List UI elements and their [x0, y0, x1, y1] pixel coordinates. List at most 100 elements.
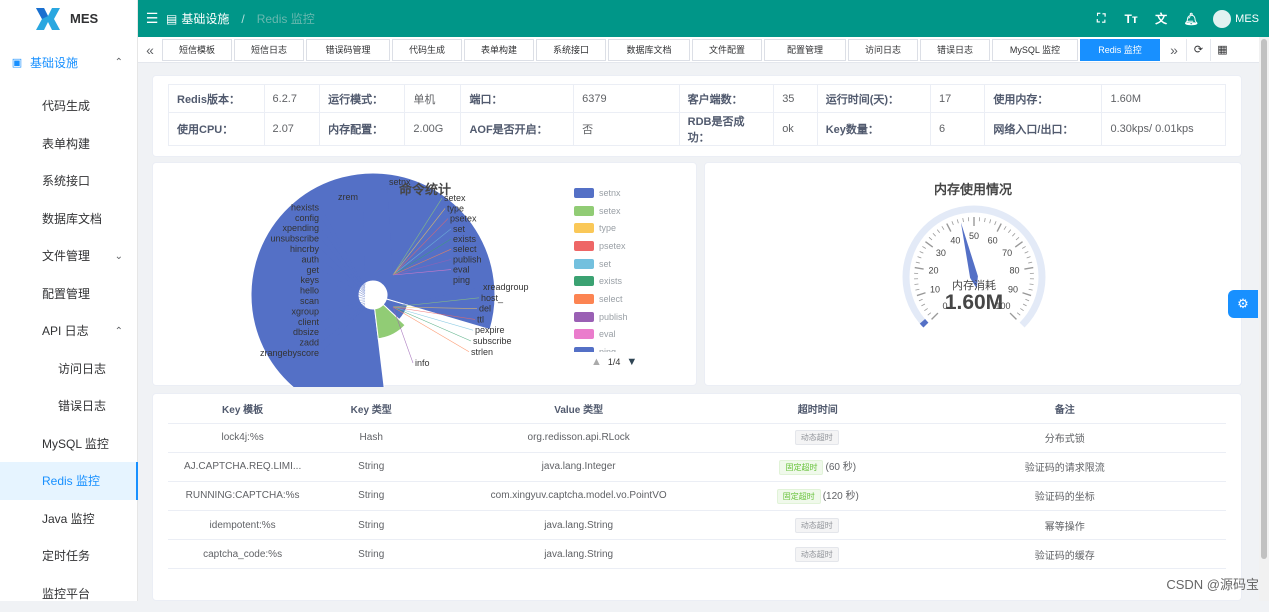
gauge-tick	[1025, 251, 1029, 253]
sidebar-item-label: 错误日志	[58, 397, 106, 414]
pie-label: unsubscribe	[270, 234, 319, 244]
sidebar-item-label: API 日志	[42, 322, 89, 339]
memory-gauge: 0102030405060708090100内存消耗1.60M	[705, 163, 1243, 387]
breadcrumb-item[interactable]: 基础设施	[181, 10, 229, 27]
tab[interactable]: 代码生成	[392, 39, 462, 61]
table-row[interactable]: idempotent:%sStringjava.lang.String动态超时幂…	[168, 511, 1226, 540]
sidebar-item[interactable]: 系统接口	[0, 162, 137, 200]
tab[interactable]: MySQL 监控	[992, 39, 1078, 61]
legend-item[interactable]: setnx	[574, 184, 684, 202]
legend-item[interactable]: set	[574, 255, 684, 273]
refresh-icon[interactable]: ⟳	[1186, 39, 1210, 61]
cell-key: captcha_code:%s	[168, 540, 317, 569]
pie-label: xpending	[282, 223, 319, 233]
info-row: Redis版本：6.2.7运行模式：单机端口：6379客户端数：35运行时间(天…	[169, 85, 1226, 113]
legend-item[interactable]: ping	[574, 343, 684, 352]
tab[interactable]: 错误日志	[920, 39, 990, 61]
app-logo[interactable]: MES	[0, 0, 137, 37]
table-row[interactable]: lock4j:%sHashorg.redisson.api.RLock动态超时分…	[168, 423, 1226, 452]
pie-label: client	[298, 317, 320, 327]
gauge-tick	[957, 219, 958, 223]
sidebar-item[interactable]: API 日志⌃	[0, 312, 137, 350]
settings-float-button[interactable]: ⚙	[1228, 290, 1258, 318]
legend-next-icon[interactable]: ▼	[626, 356, 637, 368]
sidebar-item[interactable]: 错误日志	[0, 387, 137, 425]
legend-item[interactable]: eval	[574, 326, 684, 344]
sidebar-item[interactable]: Java 监控	[0, 500, 137, 538]
legend-item[interactable]: type	[574, 219, 684, 237]
fullscreen-icon[interactable]: ⛶	[1093, 11, 1109, 27]
tab[interactable]: 配置管理	[764, 39, 846, 61]
table-header-row: Key 模板Key 类型Value 类型超时时间备注	[168, 394, 1226, 423]
gauge-tick	[916, 262, 920, 263]
legend-swatch	[574, 223, 594, 233]
tab[interactable]: 短信日志	[234, 39, 304, 61]
gauge-tick	[1012, 233, 1015, 236]
cell-timeout: 动态超时	[732, 423, 903, 452]
pie-label: select	[453, 244, 477, 254]
sidebar-item[interactable]: 监控平台	[0, 575, 137, 612]
tab[interactable]: Redis 监控	[1080, 39, 1160, 61]
sidebar-item[interactable]: 数据库文档	[0, 200, 137, 238]
gauge-tick	[937, 230, 939, 233]
legend-prev-icon[interactable]: ▲	[591, 356, 602, 368]
redis-info-table: Redis版本：6.2.7运行模式：单机端口：6379客户端数：35运行时间(天…	[168, 84, 1226, 146]
header-actions: ⛶ Tт 文 🔔︎ MES	[1093, 0, 1269, 37]
sidebar-item[interactable]: 配置管理	[0, 275, 137, 313]
tab[interactable]: 访问日志	[848, 39, 918, 61]
legend-item[interactable]: setex	[574, 202, 684, 220]
column-header[interactable]: 备注	[903, 394, 1226, 423]
column-header[interactable]: Key 类型	[317, 394, 425, 423]
pie-label: get	[306, 265, 319, 275]
legend-swatch	[574, 276, 594, 286]
cell-timeout: 固定超时(60 秒)	[732, 452, 903, 481]
logo-icon	[34, 6, 62, 32]
tabs-scroll-right-icon[interactable]: »	[1162, 42, 1186, 58]
user-menu[interactable]: MES	[1213, 10, 1259, 28]
grid-menu-icon[interactable]: ▦	[1210, 39, 1234, 61]
gauge-tick	[1025, 299, 1029, 301]
tab[interactable]: 数据库文档	[608, 39, 690, 61]
cell-type: String	[317, 511, 425, 540]
info-key: 内存配置：	[320, 113, 405, 146]
legend-label: ping	[599, 347, 616, 352]
tab[interactable]: 系统接口	[536, 39, 606, 61]
gauge-tick	[914, 284, 918, 285]
page-scrollbar[interactable]	[1259, 37, 1269, 601]
tabs-scroll-left-icon[interactable]: «	[138, 42, 162, 58]
legend-item[interactable]: publish	[574, 308, 684, 326]
legend-item[interactable]: exists	[574, 272, 684, 290]
sidebar-item[interactable]: Redis 监控	[0, 462, 137, 500]
tab[interactable]: 表单构建	[464, 39, 534, 61]
font-size-icon[interactable]: Tт	[1123, 11, 1139, 27]
cell-note: 验证码的缓存	[903, 540, 1226, 569]
gauge-tick	[1022, 246, 1025, 248]
table-row[interactable]: RUNNING:CAPTCHA:%sStringcom.xingyuv.capt…	[168, 481, 1226, 510]
tab[interactable]: 错误码管理	[306, 39, 390, 61]
column-header[interactable]: 超时时间	[732, 394, 903, 423]
tab[interactable]: 文件配置	[692, 39, 762, 61]
legend-item[interactable]: select	[574, 290, 684, 308]
sidebar-item[interactable]: MySQL 监控	[0, 425, 137, 463]
column-header[interactable]: Key 模板	[168, 394, 317, 423]
sidebar-item[interactable]: 访问日志	[0, 350, 137, 388]
info-key: Redis版本：	[169, 85, 265, 113]
gauge-tick	[915, 289, 919, 290]
sidebar-item[interactable]: 定时任务	[0, 537, 137, 575]
sidebar-item[interactable]: 表单构建	[0, 125, 137, 163]
bell-icon[interactable]: 🔔︎	[1183, 11, 1199, 27]
table-row[interactable]: AJ.CAPTCHA.REQ.LIMI...Stringjava.lang.In…	[168, 452, 1226, 481]
sidebar-item[interactable]: 代码生成	[0, 87, 137, 125]
gauge-tick	[995, 221, 996, 225]
pie-label: del	[479, 304, 491, 314]
table-row[interactable]: captcha_code:%sStringjava.lang.String动态超…	[168, 540, 1226, 569]
legend-item[interactable]: psetex	[574, 237, 684, 255]
gauge-tick-label: 30	[936, 248, 946, 258]
sidebar-item[interactable]: 文件管理⌄	[0, 237, 137, 275]
sidebar-item[interactable]: ▣基础设施⌃	[0, 37, 137, 87]
sidebar-item-label: 监控平台	[42, 585, 90, 602]
hamburger-icon[interactable]: ☰	[138, 10, 166, 27]
translate-icon[interactable]: 文	[1153, 11, 1169, 27]
tab[interactable]: 短信模板	[162, 39, 232, 61]
column-header[interactable]: Value 类型	[425, 394, 732, 423]
